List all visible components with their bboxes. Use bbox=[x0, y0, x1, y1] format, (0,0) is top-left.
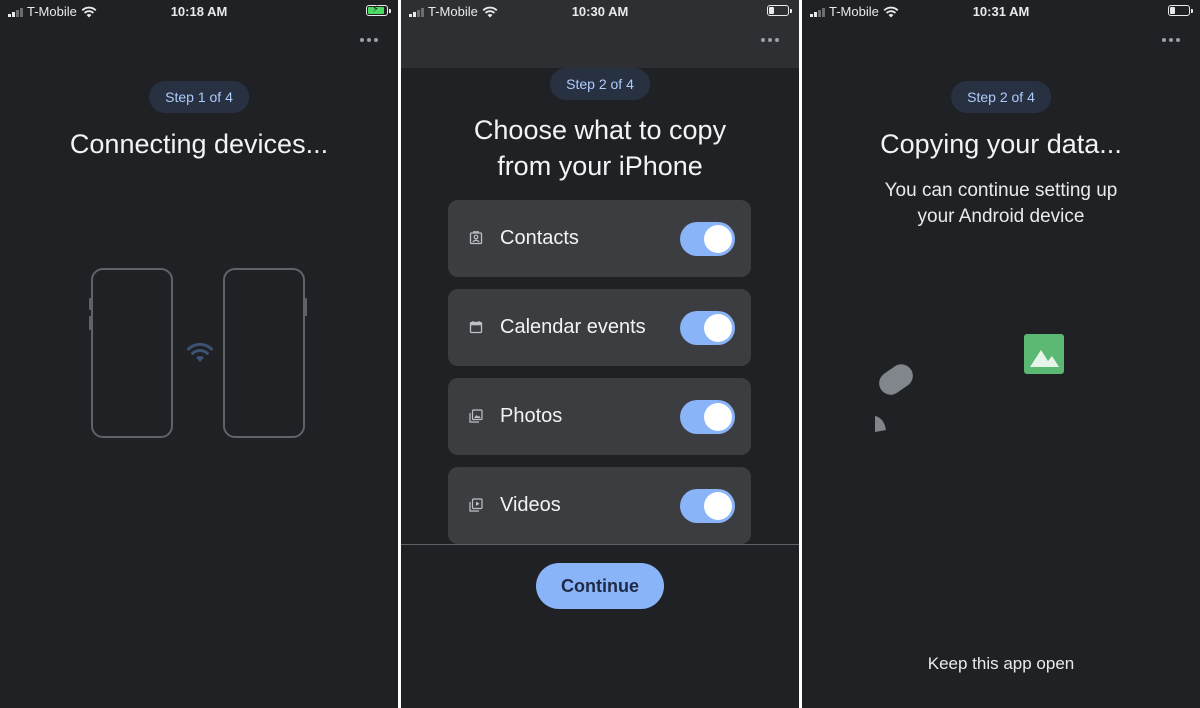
step-indicator: Step 1 of 4 bbox=[149, 81, 249, 113]
transfer-animation-icon bbox=[875, 364, 913, 432]
contacts-icon bbox=[469, 231, 483, 245]
photo-transfer-icon bbox=[1024, 334, 1064, 374]
option-contacts[interactable]: Contacts bbox=[448, 200, 751, 277]
videos-icon bbox=[469, 498, 483, 512]
option-calendar-events[interactable]: Calendar events bbox=[448, 289, 751, 366]
iphone-illustration bbox=[89, 268, 173, 438]
status-bar: T-Mobile 10:18 AM ⚡ bbox=[0, 0, 398, 22]
status-time: 10:18 AM bbox=[170, 4, 228, 19]
continue-button[interactable]: Continue bbox=[536, 563, 664, 609]
overflow-menu-icon[interactable] bbox=[360, 38, 378, 42]
screen-choose-data: T-Mobile 10:30 AM Step 2 of 4 Choose wha… bbox=[401, 0, 799, 708]
battery-charging-icon: ⚡ bbox=[366, 4, 391, 16]
photos-toggle[interactable] bbox=[680, 400, 735, 434]
battery-icon bbox=[1168, 5, 1193, 16]
page-title-line2: from your iPhone bbox=[497, 151, 703, 181]
battery-icon bbox=[767, 5, 792, 16]
contacts-toggle[interactable] bbox=[680, 222, 735, 256]
page-title: Connecting devices... bbox=[69, 129, 329, 159]
subtitle-line2: your Android device bbox=[917, 206, 1085, 227]
option-photos[interactable]: Photos bbox=[448, 378, 751, 455]
calendar-events-toggle[interactable] bbox=[680, 311, 735, 345]
status-time: 10:31 AM bbox=[972, 4, 1030, 19]
footer-divider bbox=[401, 544, 799, 545]
videos-toggle[interactable] bbox=[680, 489, 735, 523]
page-title-line1: Choose what to copy bbox=[473, 115, 727, 145]
subtitle-line1: You can continue setting up bbox=[884, 180, 1118, 201]
option-label: Calendar events bbox=[500, 316, 646, 338]
page-title: Copying your data... bbox=[880, 129, 1122, 159]
step-indicator: Step 2 of 4 bbox=[550, 68, 650, 100]
screen-connecting: T-Mobile 10:18 AM ⚡ Step 1 of 4 Connecti… bbox=[0, 0, 398, 708]
status-time: 10:30 AM bbox=[571, 4, 629, 19]
option-label: Videos bbox=[500, 494, 561, 516]
step-indicator: Step 2 of 4 bbox=[951, 81, 1051, 113]
overflow-menu-icon[interactable] bbox=[1162, 38, 1180, 42]
screen-copying: T-Mobile 10:31 AM Step 2 of 4 Copying yo… bbox=[802, 0, 1200, 708]
status-bar: T-Mobile 10:31 AM bbox=[802, 0, 1200, 22]
calendar-icon bbox=[469, 321, 483, 334]
photos-icon bbox=[469, 409, 483, 423]
status-bar: T-Mobile 10:30 AM bbox=[401, 0, 799, 22]
screenshot-composite: T-Mobile 10:18 AM ⚡ Step 1 of 4 Connecti… bbox=[0, 0, 1200, 708]
keep-app-open-message: Keep this app open bbox=[927, 654, 1075, 673]
wifi-transfer-icon bbox=[187, 342, 213, 362]
option-videos[interactable]: Videos bbox=[448, 467, 751, 544]
overflow-menu-icon[interactable] bbox=[761, 38, 779, 42]
option-label: Contacts bbox=[500, 227, 579, 249]
android-phone-illustration bbox=[223, 268, 307, 438]
option-label: Photos bbox=[500, 405, 563, 427]
